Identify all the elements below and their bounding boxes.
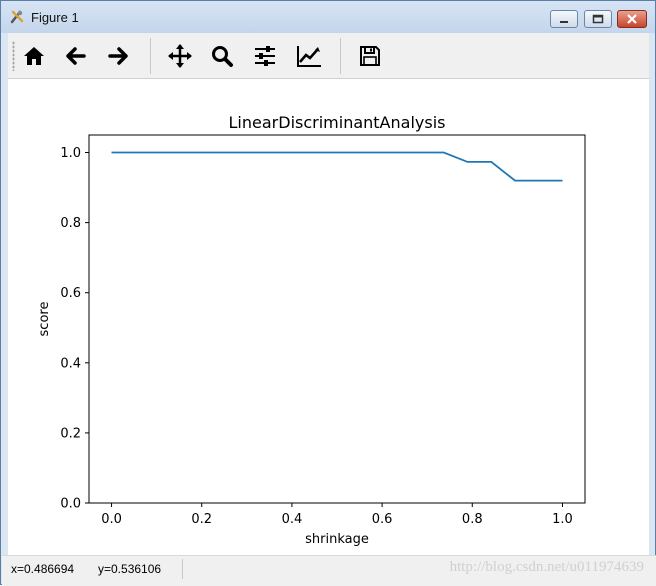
y-axis-label: score	[37, 302, 52, 337]
cursor-x-readout: x=0.486694	[11, 562, 75, 576]
y-tick-label: 0.4	[60, 356, 81, 371]
navigation-toolbar	[8, 33, 649, 79]
score-line	[111, 151, 563, 182]
x-tick-label: 1.0	[552, 512, 573, 527]
axes-frame	[88, 134, 586, 504]
x-tick-label: 0.0	[101, 512, 122, 527]
maximize-icon	[592, 14, 604, 24]
y-tick-label: 0.6	[60, 286, 81, 301]
edit-axes-icon	[297, 46, 321, 67]
back-arrow-icon	[66, 47, 86, 65]
chart-title: LinearDiscriminantAnalysis	[229, 113, 446, 132]
line-chart: LinearDiscriminantAnalysis 0.00.20.40.60…	[37, 113, 586, 547]
save-floppy-icon	[360, 46, 380, 66]
maximize-button[interactable]	[584, 10, 612, 28]
x-axis: 0.0 0.2 0.4 0.6 0.8 1.0	[101, 503, 573, 527]
y-tick-label: 0.8	[60, 216, 81, 231]
figure-window: Figure 1 LinearDiscriminantAnalysis 0.0 …	[0, 0, 656, 586]
forward-button[interactable]	[102, 40, 134, 72]
close-button[interactable]	[617, 10, 647, 28]
y-tick-label: 0.0	[60, 497, 81, 512]
y-tick-label: 0.2	[60, 426, 81, 441]
x-tick-label: 0.4	[282, 512, 303, 527]
save-button[interactable]	[354, 40, 386, 72]
toolbar-grip	[12, 41, 15, 71]
cursor-y-readout: y=0.536106	[98, 562, 162, 576]
figure-app-icon	[10, 10, 24, 24]
zoom-magnifier-icon	[212, 46, 233, 67]
title-bar: Figure 1	[1, 1, 655, 33]
pan-button[interactable]	[164, 40, 196, 72]
toolbar-separator	[340, 38, 341, 74]
close-icon	[627, 14, 637, 24]
home-button[interactable]	[18, 40, 50, 72]
forward-arrow-icon	[108, 47, 128, 65]
y-axis: 0.0 0.2 0.4 0.6 0.8 1.0	[60, 146, 89, 512]
edit-axes-button[interactable]	[293, 40, 325, 72]
x-tick-label: 0.6	[372, 512, 393, 527]
watermark-text: http://blog.csdn.net/u011974639	[449, 559, 644, 575]
zoom-button[interactable]	[206, 40, 238, 72]
home-icon	[24, 47, 44, 65]
pan-move-icon	[168, 44, 192, 68]
back-button[interactable]	[60, 40, 92, 72]
x-tick-label: 0.2	[191, 512, 212, 527]
toolbar-separator	[150, 38, 151, 74]
minimize-button[interactable]	[550, 10, 578, 28]
x-tick-label: 0.8	[462, 512, 483, 527]
x-axis-label: shrinkage	[305, 532, 369, 547]
minimize-icon	[560, 21, 568, 23]
status-separator	[182, 559, 183, 579]
subplots-sliders-icon	[255, 46, 275, 66]
status-bar: x=0.486694 y=0.536106 http://blog.csdn.n…	[2, 555, 656, 586]
window-title: Figure 1	[31, 10, 79, 25]
figure-canvas[interactable]: LinearDiscriminantAnalysis 0.0 0.2 0.4 0.6 0…	[8, 79, 649, 555]
subplots-button[interactable]	[249, 40, 281, 72]
y-tick-label: 1.0	[60, 146, 81, 161]
